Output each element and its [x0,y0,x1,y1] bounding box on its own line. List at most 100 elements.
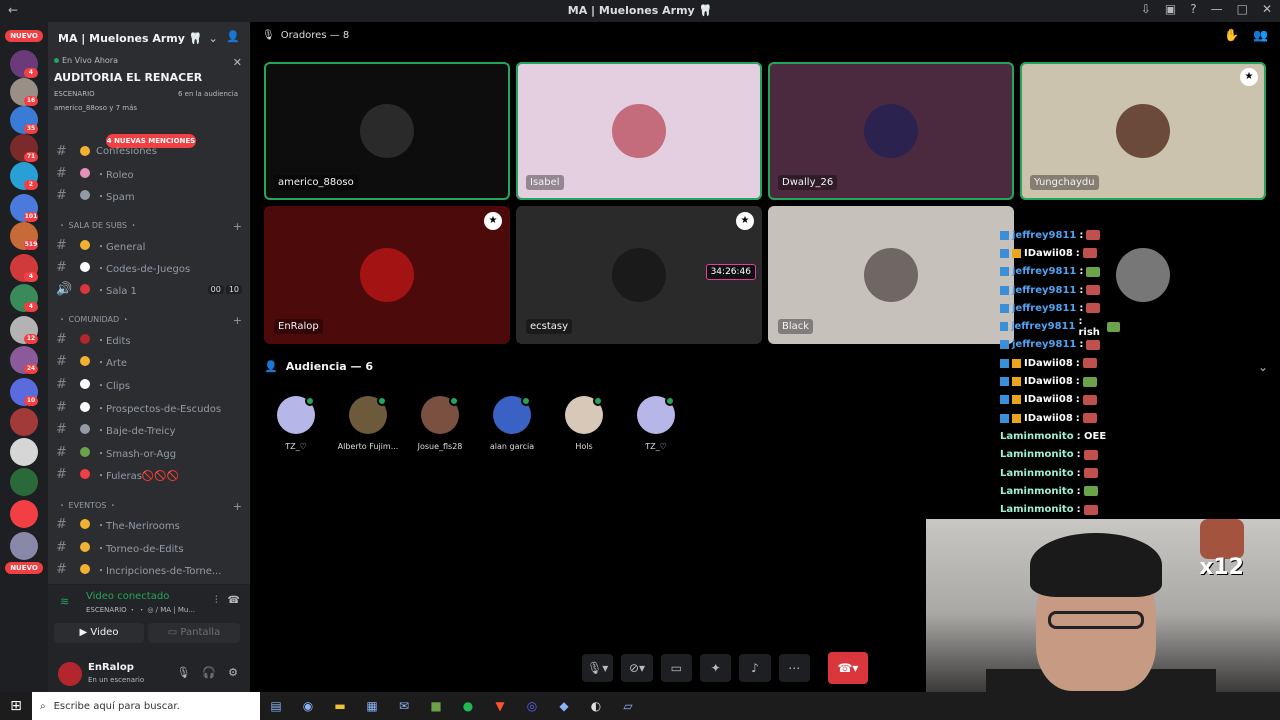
soundwave-icon[interactable]: ⫶ [215,595,218,606]
share-screen-button[interactable]: ▭ [660,654,692,682]
channel-item[interactable]: # ・Incripciones-de-Torne... [56,560,242,578]
channel-item[interactable]: # ・The-Nerirooms [56,515,242,533]
mic-button[interactable]: 🎙▾ [582,654,614,682]
server-icon[interactable] [10,500,38,528]
channel-item[interactable]: # ・Prospectos-de-Escudos [56,398,242,416]
channel-item[interactable]: # ・Fuleras🚫🚫🚫 [56,465,242,483]
avatar [349,396,387,434]
channel-item[interactable]: # ・Clips [56,375,242,393]
speaker-tile[interactable]: EnRalop ★ [264,206,510,344]
video-button[interactable]: ▶ Video [54,623,144,643]
leave-stage-button[interactable]: ☎▾ [827,652,868,684]
badge-icon [1012,377,1021,387]
windows-start-icon[interactable]: ⊞ [0,698,32,714]
maximize-icon[interactable]: □ [1237,2,1248,16]
plus-icon[interactable]: + [233,220,242,233]
members-icon[interactable]: 👥 [1253,28,1268,42]
category-subs[interactable]: ・ SALA DE SUBS ・ + [58,220,242,233]
audience-count: 6 en la audiencia [177,90,238,98]
soundboard-button[interactable]: ♪ [739,654,771,682]
server-header[interactable]: MA | Muelones Army 🦷 ⌄ 👤 [48,22,250,54]
channel-item[interactable]: # ・Smash-or-Agg [56,443,242,461]
channel-label: ・Fuleras🚫🚫🚫 [96,470,180,482]
chat-message: IDawii08: [1000,409,1120,427]
download-icon[interactable]: ⇩ [1141,2,1151,16]
edge-icon[interactable]: ◉ [292,699,324,713]
audience-member[interactable]: Alberto Fujim... [332,396,404,451]
category-eventos[interactable]: ・ EVENTOS ・ + [58,500,242,513]
camera-off-button[interactable]: ⊘▾ [621,654,653,682]
channel-item[interactable]: # Confesiones [56,142,242,160]
channel-item[interactable]: # ・Codes-de-Juegos [56,258,242,276]
live-stage-card[interactable]: En Vivo Ahora ✕ AUDITORIA EL RENACER ESC… [54,56,244,126]
discord-icon[interactable]: ◎ [516,699,548,713]
speaker-tile[interactable]: Dwally_26 [768,62,1014,200]
brave-icon[interactable]: ▼ [484,699,516,713]
member-name: ƬZ_♡ [645,442,667,451]
mic-icon[interactable]: 🎙 [176,666,190,679]
chevron-down-icon[interactable]: ⌄ [1258,360,1268,374]
channel-item[interactable]: # ・Roleo [56,164,242,182]
headphones-icon[interactable]: 🎧 [202,666,216,679]
people-icon: 👤 [264,360,278,373]
audience-member[interactable]: Josue_fls28 [404,396,476,451]
plus-icon[interactable]: + [233,500,242,513]
avatar[interactable] [58,662,82,686]
obs-icon[interactable]: ◐ [580,699,612,713]
more-options-button[interactable]: ⋯ [778,654,810,682]
voice-location[interactable]: ESCENARIO ・ ・ ◎ / MA | Mu... [86,605,195,615]
chat-user: Laminmonito [1000,449,1074,461]
activities-button[interactable]: ✦ [699,654,732,682]
file-explorer-icon[interactable]: ▬ [324,699,356,713]
user-panel: EnRalop En un escenario 🎙 🎧 ⚙ [48,656,250,692]
channel-item[interactable]: # ・Baje-de-Treicy [56,420,242,438]
channel-item[interactable]: # ・Edits [56,330,242,348]
task-view-icon[interactable]: ▤ [260,699,292,713]
badge-icon [1012,248,1021,258]
audience-member[interactable]: ƬZ_♡ [620,396,692,451]
audience-member[interactable]: Hols [548,396,620,451]
signal-icon[interactable]: ≋ [60,595,69,608]
channel-item[interactable]: # ・Arte [56,352,242,370]
emote-icon [1086,230,1101,241]
speaker-tile[interactable]: ecstasy ★ 34:26:46 [516,206,762,344]
channel-item[interactable]: # ・General [56,236,242,254]
help-icon[interactable]: ? [1190,2,1196,16]
disconnect-icon[interactable]: ☎ [228,595,240,606]
plus-icon[interactable]: + [233,314,242,327]
server-icon[interactable] [10,468,38,496]
spotify-icon[interactable]: ● [452,699,484,713]
mail-icon[interactable]: ✉ [388,699,420,713]
channel-item[interactable]: # ・Spam [56,186,242,204]
audience-member[interactable]: alan garcia [476,396,548,451]
online-dot [377,396,387,406]
speaker-tile[interactable]: Isabel [516,62,762,200]
avatar [864,104,918,158]
inbox-icon[interactable]: ▣ [1165,2,1176,16]
gear-icon[interactable]: ⚙ [228,666,238,679]
audience-member[interactable]: ƬZ_♡ [260,396,332,451]
minimize-icon[interactable]: — [1211,2,1223,16]
server-name: MA | Muelones Army 🦷 [58,31,203,45]
store-icon[interactable]: ▦ [356,699,388,713]
close-icon[interactable]: ✕ [233,56,242,69]
avatar [612,104,666,158]
notepad-icon[interactable]: ▱ [612,699,644,713]
screen-share-button[interactable]: ▭ Pantalla [148,623,240,643]
speaker-tile[interactable]: Yungchaydu ★ [1020,62,1266,200]
raise-hand-icon[interactable]: ✋ [1224,28,1239,42]
server-icon[interactable] [10,438,38,466]
voice-channel-sala-1[interactable]: 🔊 ・Sala 1 00 10 [56,280,242,298]
app-icon[interactable]: ◆ [548,699,580,713]
channel-item[interactable]: # ・Torneo-de-Edits [56,538,242,556]
speaker-tile[interactable]: Black [768,206,1014,344]
minecraft-icon[interactable]: ■ [420,699,452,713]
add-member-icon[interactable]: 👤 [226,30,240,43]
close-icon[interactable]: ✕ [1262,2,1272,16]
category-comunidad[interactable]: ・ COMUNIDAD ・ + [58,314,242,327]
server-icon[interactable] [10,532,38,560]
taskbar-search[interactable]: ⌕ Escribe aquí para buscar. [32,692,260,720]
server-icon[interactable] [10,408,38,436]
speaker-tile[interactable]: americo_88oso [264,62,510,200]
chat-text: : [1076,467,1081,479]
